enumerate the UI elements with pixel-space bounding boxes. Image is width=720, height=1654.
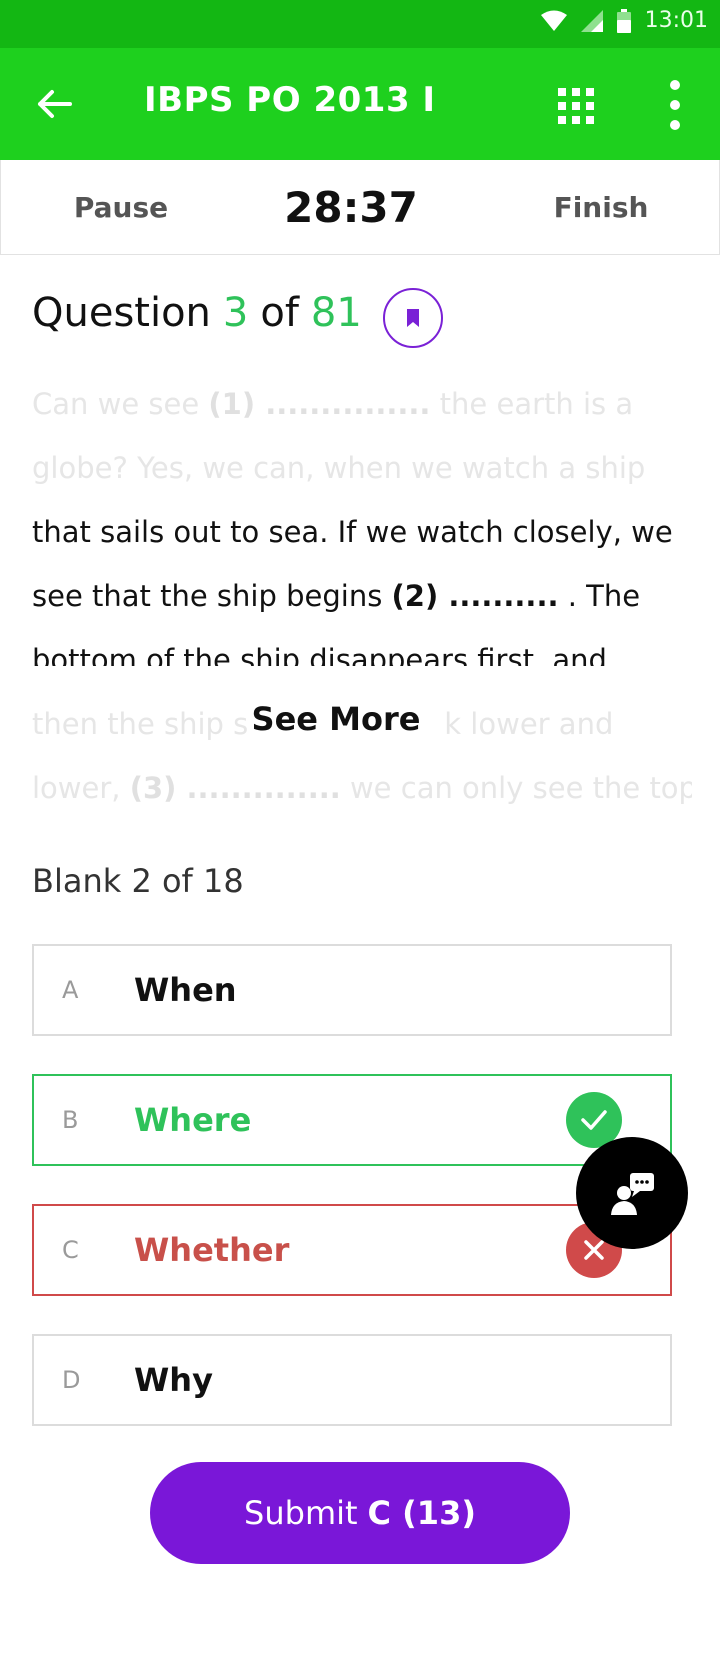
more-options-button[interactable] bbox=[660, 80, 690, 130]
more-vert-icon bbox=[670, 80, 680, 90]
app-title: IBPS PO 2013 I bbox=[144, 80, 436, 120]
option-letter: D bbox=[62, 1366, 81, 1394]
pause-button[interactable]: Pause bbox=[61, 160, 181, 254]
option-c[interactable]: C Whether bbox=[32, 1204, 672, 1296]
passage-line: lower, (3) .............. we can only se… bbox=[32, 771, 692, 805]
passage-line: that sails out to sea. If we watch close… bbox=[32, 515, 673, 549]
grid-icon bbox=[558, 88, 594, 124]
check-icon bbox=[581, 1110, 607, 1130]
status-time: 13:01 bbox=[644, 8, 708, 33]
passage-line: globe? Yes, we can, when we watch a ship bbox=[32, 451, 646, 485]
close-icon bbox=[584, 1240, 604, 1260]
status-bar: 13:01 bbox=[0, 0, 720, 48]
countdown-timer: 28:37 bbox=[284, 182, 418, 232]
passage-line: Can we see (1) ............... the earth… bbox=[32, 387, 634, 421]
see-more-link[interactable]: See More bbox=[0, 700, 672, 738]
bookmark-icon bbox=[407, 309, 419, 327]
question-grid-button[interactable] bbox=[556, 86, 596, 126]
wifi-icon bbox=[540, 10, 567, 31]
option-letter: A bbox=[62, 976, 79, 1004]
arrow-left-icon bbox=[38, 90, 72, 118]
option-letter: C bbox=[62, 1236, 79, 1264]
question-total: 81 bbox=[310, 290, 362, 336]
finish-button[interactable]: Finish bbox=[541, 160, 661, 254]
submit-label: Submit bbox=[244, 1494, 358, 1532]
option-a[interactable]: A When bbox=[32, 944, 672, 1036]
passage: Can we see (1) ............... the earth… bbox=[32, 372, 692, 820]
option-b[interactable]: B Where bbox=[32, 1074, 672, 1166]
passage-line: bottom of the ship disappears first, and bbox=[32, 643, 607, 666]
status-icons: 13:01 bbox=[540, 8, 708, 33]
option-text: Where bbox=[134, 1101, 252, 1139]
option-text: Whether bbox=[134, 1231, 290, 1269]
support-chat-icon bbox=[611, 1173, 654, 1215]
option-letter: B bbox=[62, 1106, 79, 1134]
submit-button[interactable]: Submit C (13) bbox=[150, 1462, 570, 1564]
support-chat-button[interactable] bbox=[576, 1137, 688, 1249]
signal-icon bbox=[580, 9, 603, 32]
passage-line: see that the ship begins (2) .......... … bbox=[32, 579, 641, 613]
bookmark-button[interactable] bbox=[383, 288, 443, 348]
question-prefix: Question bbox=[32, 290, 211, 336]
app-bar: IBPS PO 2013 I bbox=[0, 48, 720, 160]
battery-icon bbox=[616, 8, 631, 33]
blank-counter: Blank 2 of 18 bbox=[32, 862, 244, 900]
option-text: Why bbox=[134, 1361, 213, 1399]
question-of: of bbox=[260, 290, 299, 336]
back-button[interactable] bbox=[30, 84, 78, 124]
timer-bar: Pause 28:37 Finish bbox=[0, 160, 720, 255]
question-number: 3 bbox=[222, 290, 249, 336]
submit-choice: C (13) bbox=[367, 1494, 476, 1532]
question-header: Question 3 of 81 bbox=[32, 290, 362, 336]
option-d[interactable]: D Why bbox=[32, 1334, 672, 1426]
option-text: When bbox=[134, 971, 237, 1009]
